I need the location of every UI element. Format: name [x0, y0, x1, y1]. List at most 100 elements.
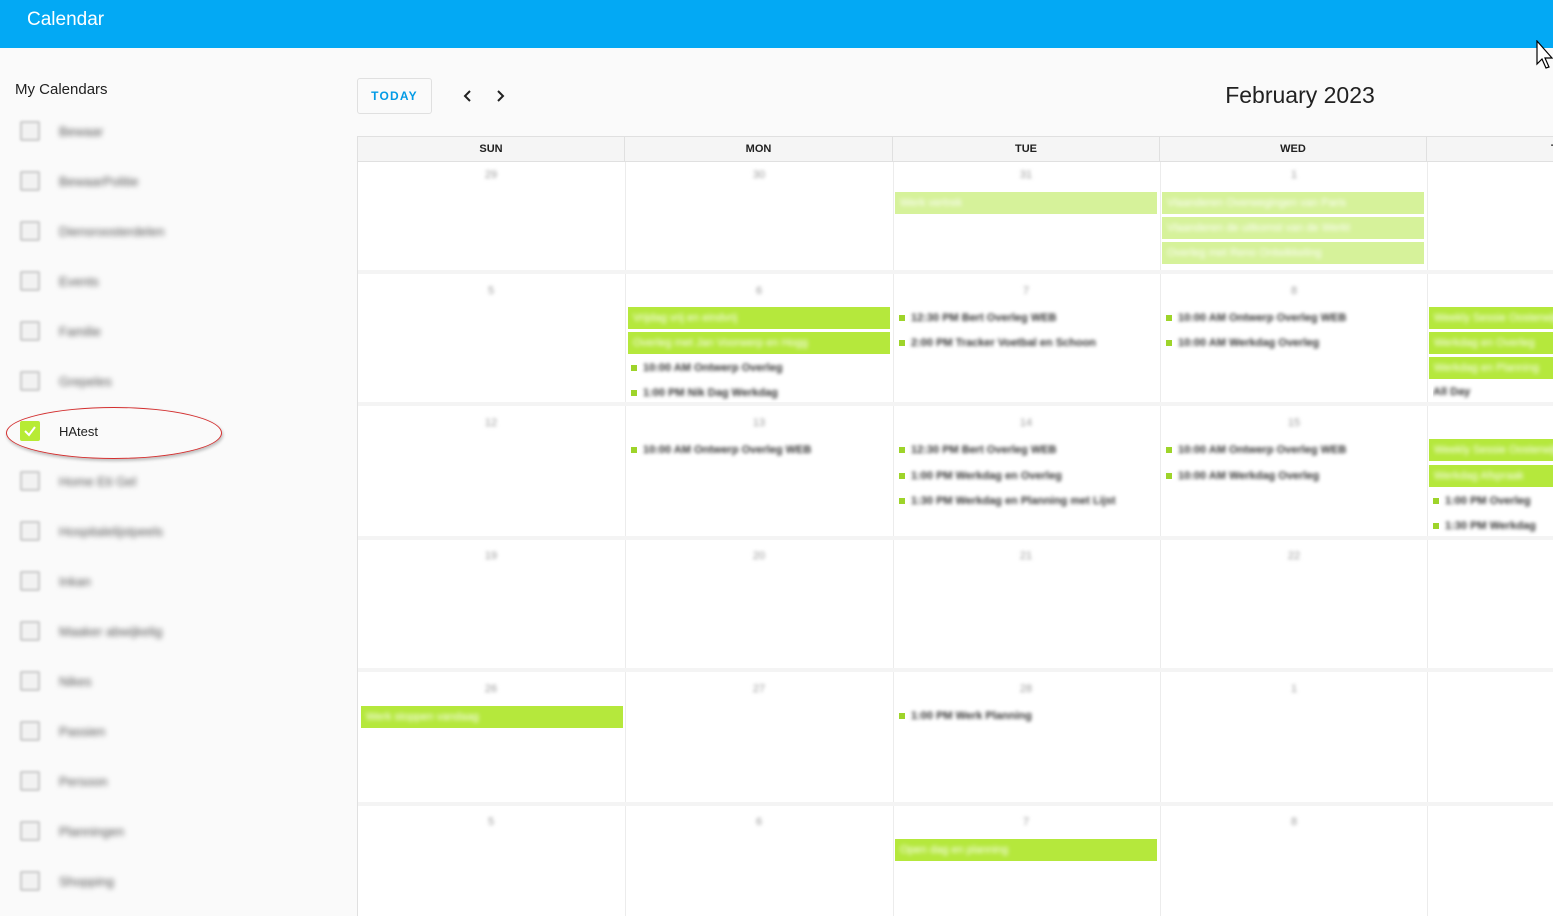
checkbox[interactable]: [20, 821, 40, 841]
checkbox[interactable]: [20, 171, 40, 191]
checkbox[interactable]: [20, 121, 40, 141]
day-number[interactable]: 7: [1011, 285, 1041, 297]
checkbox[interactable]: [20, 571, 40, 591]
event-bar[interactable]: Overleg met Reno Ontwikkeling: [1162, 242, 1424, 264]
calendar-item-label: Persoon: [59, 773, 108, 789]
day-number[interactable]: 6: [744, 816, 774, 828]
event-item[interactable]: 10:00 AM Werkdag Overleg: [1166, 334, 1424, 352]
day-number[interactable]: 5: [476, 285, 506, 297]
calendar-item-label: Grepeles: [59, 373, 112, 389]
event-item[interactable]: 1:30 PM Werkdag: [1433, 517, 1553, 535]
day-number[interactable]: 12: [476, 417, 506, 429]
calendar-item[interactable]: Grepeles: [20, 369, 320, 393]
calendar-item[interactable]: BewaarPolitie: [20, 169, 320, 193]
event-item[interactable]: All Day: [1433, 383, 1553, 401]
day-number[interactable]: 27: [744, 683, 774, 695]
calendar-item[interactable]: Planningen: [20, 819, 320, 843]
calendar-item-hatest[interactable]: HAtest: [20, 419, 320, 443]
next-month-button[interactable]: [488, 84, 512, 108]
event-title: 10:00 AM Ontwerp Overleg WEB: [1178, 312, 1347, 324]
calendar-item[interactable]: Hospitalelijstpeels: [20, 519, 320, 543]
calendar-item-label: Hospitalelijstpeels: [59, 523, 164, 539]
event-item[interactable]: 10:00 AM Ontwerp Overleg WEB: [631, 441, 889, 459]
day-number[interactable]: 1: [1279, 683, 1309, 695]
day-number[interactable]: 1: [1279, 169, 1309, 181]
calendar-item[interactable]: Familie: [20, 319, 320, 343]
calendar-item-label: HAtest: [59, 423, 99, 439]
event-bar[interactable]: Weekly Sessie Oosterwijk: [1429, 439, 1553, 461]
day-number[interactable]: 26: [476, 683, 506, 695]
calendar-item[interactable]: Bewaar: [20, 119, 320, 143]
event-bar[interactable]: Werkdag en Planning: [1429, 357, 1553, 379]
day-number[interactable]: 7: [1011, 816, 1041, 828]
day-number[interactable]: 30: [744, 169, 774, 181]
calendar-item[interactable]: Home Eti Gel: [20, 469, 320, 493]
day-number[interactable]: 5: [476, 816, 506, 828]
day-number[interactable]: 6: [744, 285, 774, 297]
event-bar[interactable]: Werk stoppen vandaag: [361, 706, 623, 728]
checkbox[interactable]: [20, 871, 40, 891]
event-bar[interactable]: Weekly Sessie Oosterwijk: [1429, 307, 1553, 329]
day-number[interactable]: 29: [476, 169, 506, 181]
event-title: 1:30 PM Werkdag: [1445, 520, 1536, 532]
checkbox[interactable]: [20, 621, 40, 641]
event-bar[interactable]: Vlaanderen de uitkomst van de Werkt: [1162, 217, 1424, 239]
checkbox[interactable]: [20, 221, 40, 241]
event-title: Open dag en planning: [900, 844, 1009, 856]
calendar-item[interactable]: Events: [20, 269, 320, 293]
day-number[interactable]: 19: [476, 550, 506, 562]
day-number[interactable]: 15: [1279, 417, 1309, 429]
day-number[interactable]: 21: [1011, 550, 1041, 562]
day-number[interactable]: 8: [1279, 285, 1309, 297]
day-number[interactable]: 22: [1279, 550, 1309, 562]
calendar-item[interactable]: Inkan: [20, 569, 320, 593]
day-number[interactable]: 14: [1011, 417, 1041, 429]
checkbox[interactable]: [20, 371, 40, 391]
today-button[interactable]: TODAY: [357, 78, 432, 114]
event-item[interactable]: 1:00 PM Werk Planning: [899, 707, 1157, 725]
calendar-item[interactable]: Passien: [20, 719, 320, 743]
event-item[interactable]: 10:00 AM Werkdag Overleg: [1166, 467, 1424, 485]
calendar-item[interactable]: Shopping: [20, 869, 320, 893]
event-bar[interactable]: Werk vertrek: [895, 192, 1157, 214]
checkbox[interactable]: [20, 721, 40, 741]
day-number[interactable]: 13: [744, 417, 774, 429]
event-item[interactable]: 10:00 AM Ontwerp Overleg WEB: [1166, 441, 1424, 459]
day-number[interactable]: 20: [744, 550, 774, 562]
event-item[interactable]: 12:30 PM Bert Overleg WEB: [899, 441, 1157, 459]
event-item[interactable]: 2:00 PM Tracker Voetbal en Schoon: [899, 334, 1157, 352]
event-bar[interactable]: Werkdag Afspraak: [1429, 465, 1553, 487]
calendar-item-label: Maaker abwijkelig: [59, 623, 163, 639]
event-title: 12:30 PM Bert Overleg WEB: [911, 312, 1057, 324]
event-item[interactable]: 1:00 PM Werkdag en Overleg: [899, 467, 1157, 485]
event-bar[interactable]: Vlaanderen Overwegingen van Paris: [1162, 192, 1424, 214]
day-number[interactable]: 28: [1011, 683, 1041, 695]
event-item[interactable]: 1:30 PM Werkdag en Planning met Lijst: [899, 492, 1157, 510]
checkbox[interactable]: [20, 521, 40, 541]
day-number[interactable]: 8: [1279, 816, 1309, 828]
event-bar[interactable]: Vrijdag vrij en eindvrij: [628, 307, 890, 329]
event-bar[interactable]: Overleg met Jan Voorwerp en Hogg: [628, 332, 890, 354]
calendar-item[interactable]: Diensroosterdelen: [20, 219, 320, 243]
event-bar[interactable]: Werkdag en Overleg: [1429, 332, 1553, 354]
prev-month-button[interactable]: [456, 84, 480, 108]
mouse-cursor-icon: [1536, 40, 1553, 69]
checkbox[interactable]: [20, 671, 40, 691]
checkbox[interactable]: [20, 321, 40, 341]
event-dot-icon: [899, 713, 905, 720]
event-bar[interactable]: Open dag en planning: [895, 839, 1157, 861]
event-item[interactable]: 10:00 AM Ontwerp Overleg: [631, 359, 889, 377]
event-item[interactable]: 12:30 PM Bert Overleg WEB: [899, 309, 1157, 327]
event-item[interactable]: 1:00 PM Overleg: [1433, 492, 1553, 510]
checkbox[interactable]: [20, 271, 40, 291]
checkbox[interactable]: [20, 771, 40, 791]
event-title: Werkdag en Planning: [1434, 362, 1539, 374]
calendar-item[interactable]: Nikes: [20, 669, 320, 693]
checkbox-checked[interactable]: [20, 421, 40, 441]
calendar-item[interactable]: Maaker abwijkelig: [20, 619, 320, 643]
checkbox[interactable]: [20, 471, 40, 491]
calendar-item[interactable]: Persoon: [20, 769, 320, 793]
event-item[interactable]: 1:00 PM Nik Dag Werkdag: [631, 384, 889, 402]
event-item[interactable]: 10:00 AM Ontwerp Overleg WEB: [1166, 309, 1424, 327]
day-number[interactable]: 31: [1011, 169, 1041, 181]
